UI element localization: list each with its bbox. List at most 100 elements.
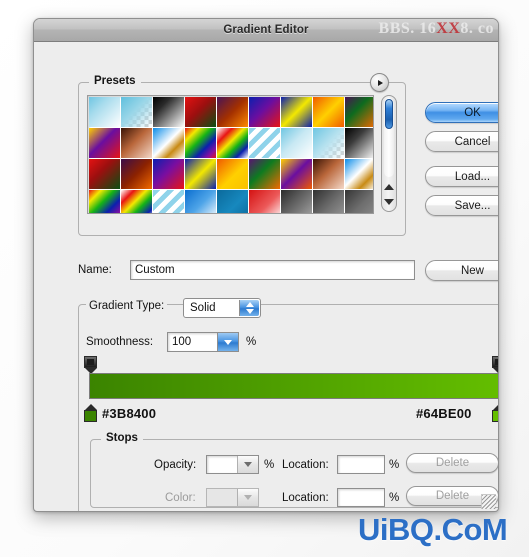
smoothness-dropdown-button[interactable] (217, 333, 238, 351)
preset-swatch-spectrum-2[interactable] (89, 190, 120, 213)
preset-swatch-fill (121, 97, 152, 127)
preset-swatch-orange-yellow-2[interactable] (217, 159, 248, 189)
preset-swatch-fill (345, 159, 373, 189)
smoothness-value: 100 (172, 336, 192, 348)
location-input-2[interactable] (337, 488, 385, 507)
preset-swatch-fill (249, 190, 280, 213)
opacity-stop-right[interactable] (492, 356, 498, 374)
preset-swatch-fill (89, 190, 120, 213)
chevron-down-icon (224, 339, 232, 345)
preset-swatch-fill (121, 128, 152, 158)
gradient-start-hex-label: #3B8400 (102, 406, 157, 421)
resize-grip-icon[interactable] (481, 494, 496, 509)
gradient-preview-bar[interactable] (89, 373, 498, 399)
preset-swatch-orange-yellow[interactable] (313, 97, 344, 127)
preset-swatch-steel-blue[interactable] (217, 190, 248, 213)
preset-swatch-copper[interactable] (121, 128, 152, 158)
preset-swatch-black-white[interactable] (153, 97, 184, 127)
color-swatch-input[interactable] (206, 488, 259, 507)
location-input-1[interactable] (337, 455, 385, 474)
preset-swatch-yellow-violet-red-2[interactable] (281, 159, 312, 189)
preset-swatch-blue-yellow-blue-2[interactable] (185, 159, 216, 189)
save-button[interactable]: Save... (425, 195, 498, 216)
delete-button-opacity-stop[interactable]: Delete (406, 453, 498, 473)
preset-swatch-transparent-rainbow-2[interactable] (121, 190, 152, 213)
preset-swatch-red-to-white[interactable] (249, 190, 280, 213)
preset-swatch-black-white-2[interactable] (345, 128, 373, 158)
presets-options-icon[interactable] (370, 73, 389, 92)
preset-swatch-blue-checker[interactable] (313, 128, 344, 158)
scrollbar-down-button[interactable] (384, 194, 394, 209)
preset-swatch-fill (249, 97, 280, 127)
preset-swatch-transparent-blue[interactable] (89, 97, 120, 127)
preset-swatch-spectrum[interactable] (185, 128, 216, 158)
scrollbar-thumb[interactable] (385, 99, 393, 129)
scrollbar-up-button[interactable] (384, 179, 394, 194)
preset-swatch-red-green[interactable] (185, 97, 216, 127)
preset-swatch-violet-green-orange[interactable] (345, 97, 373, 127)
location-percent-label-2: % (389, 492, 400, 504)
preset-swatch-purple-orange[interactable] (121, 159, 152, 189)
smoothness-input[interactable]: 100 (167, 332, 239, 352)
new-button[interactable]: New (425, 260, 498, 281)
preset-swatch-blue-gold-white-2[interactable] (345, 159, 373, 189)
color-dropdown-button[interactable] (237, 489, 258, 506)
chevron-down-icon (244, 462, 252, 467)
preset-swatch-blue-to-white[interactable] (185, 190, 216, 213)
preset-swatch-blue-stripes-2[interactable] (153, 190, 184, 213)
preset-swatch-fill (345, 190, 373, 213)
presets-legend: Presets (89, 75, 141, 87)
ok-button[interactable]: OK (425, 102, 498, 123)
preset-swatch-blue-to-checker[interactable] (121, 97, 152, 127)
triangle-up-icon (384, 183, 394, 190)
color-stop-left[interactable] (84, 404, 97, 422)
preset-swatch-fill (153, 128, 184, 158)
preset-swatch-gray-gradient-3[interactable] (345, 190, 373, 213)
preset-swatch-blue-red[interactable] (249, 97, 280, 127)
preset-swatch-fill (313, 159, 344, 189)
watermark-top-red: XX (436, 20, 461, 37)
preset-swatch-violet-orange[interactable] (217, 97, 248, 127)
preset-swatch-blue-gold-white[interactable] (153, 128, 184, 158)
preset-swatch-gray-gradient[interactable] (281, 190, 312, 213)
preset-swatch-fill (185, 190, 216, 213)
gradient-type-value: Solid (190, 302, 216, 314)
preset-swatch-fill (217, 190, 248, 213)
name-input[interactable]: Custom (130, 260, 415, 280)
presets-swatch-well[interactable] (87, 95, 374, 214)
watermark-top-suffix: 8. co (460, 20, 494, 37)
preset-swatch-fill (313, 190, 344, 213)
triangle-down-icon (384, 198, 394, 205)
preset-swatch-copper-2[interactable] (313, 159, 344, 189)
dialog-titlebar[interactable]: Gradient Editor BBS. 16XX8. co (34, 19, 498, 42)
color-stop-right[interactable] (492, 404, 498, 422)
opacity-stop-left[interactable] (84, 356, 97, 374)
presets-group: Presets (78, 73, 406, 236)
stepper-down-icon (245, 309, 254, 314)
name-label: Name: (78, 264, 112, 276)
location-label-1: Location: (282, 459, 329, 471)
gradient-type-select[interactable]: Solid (183, 298, 261, 318)
dialog-title: Gradient Editor (223, 24, 309, 36)
preset-swatch-blue-stripes[interactable] (249, 128, 280, 158)
dialog-body: Presets OK Cancel Load... Save... Name: … (34, 42, 498, 511)
preset-swatch-yellow-violet-red[interactable] (89, 128, 120, 158)
preset-swatch-violet-green-orange-2[interactable] (249, 159, 280, 189)
preset-swatch-pale-blue-white[interactable] (281, 128, 312, 158)
presets-swatch-grid[interactable] (88, 96, 373, 213)
cancel-button[interactable]: Cancel (425, 131, 498, 152)
preset-swatch-gray-gradient-2[interactable] (313, 190, 344, 213)
scrollbar-track[interactable] (384, 98, 394, 177)
preset-swatch-fill (89, 159, 120, 189)
preset-swatch-fill (281, 159, 312, 189)
opacity-dropdown-button[interactable] (237, 456, 258, 473)
stepper-updown-icon[interactable] (239, 300, 259, 316)
opacity-input[interactable] (206, 455, 259, 474)
preset-swatch-transparent-rainbow[interactable] (217, 128, 248, 158)
preset-swatch-blue-red-2[interactable] (153, 159, 184, 189)
presets-scrollbar[interactable] (381, 95, 397, 212)
preset-swatch-blue-yellow-blue[interactable] (281, 97, 312, 127)
preset-swatch-red-dark-green[interactable] (89, 159, 120, 189)
preset-swatch-fill (281, 190, 312, 213)
load-button[interactable]: Load... (425, 166, 498, 187)
